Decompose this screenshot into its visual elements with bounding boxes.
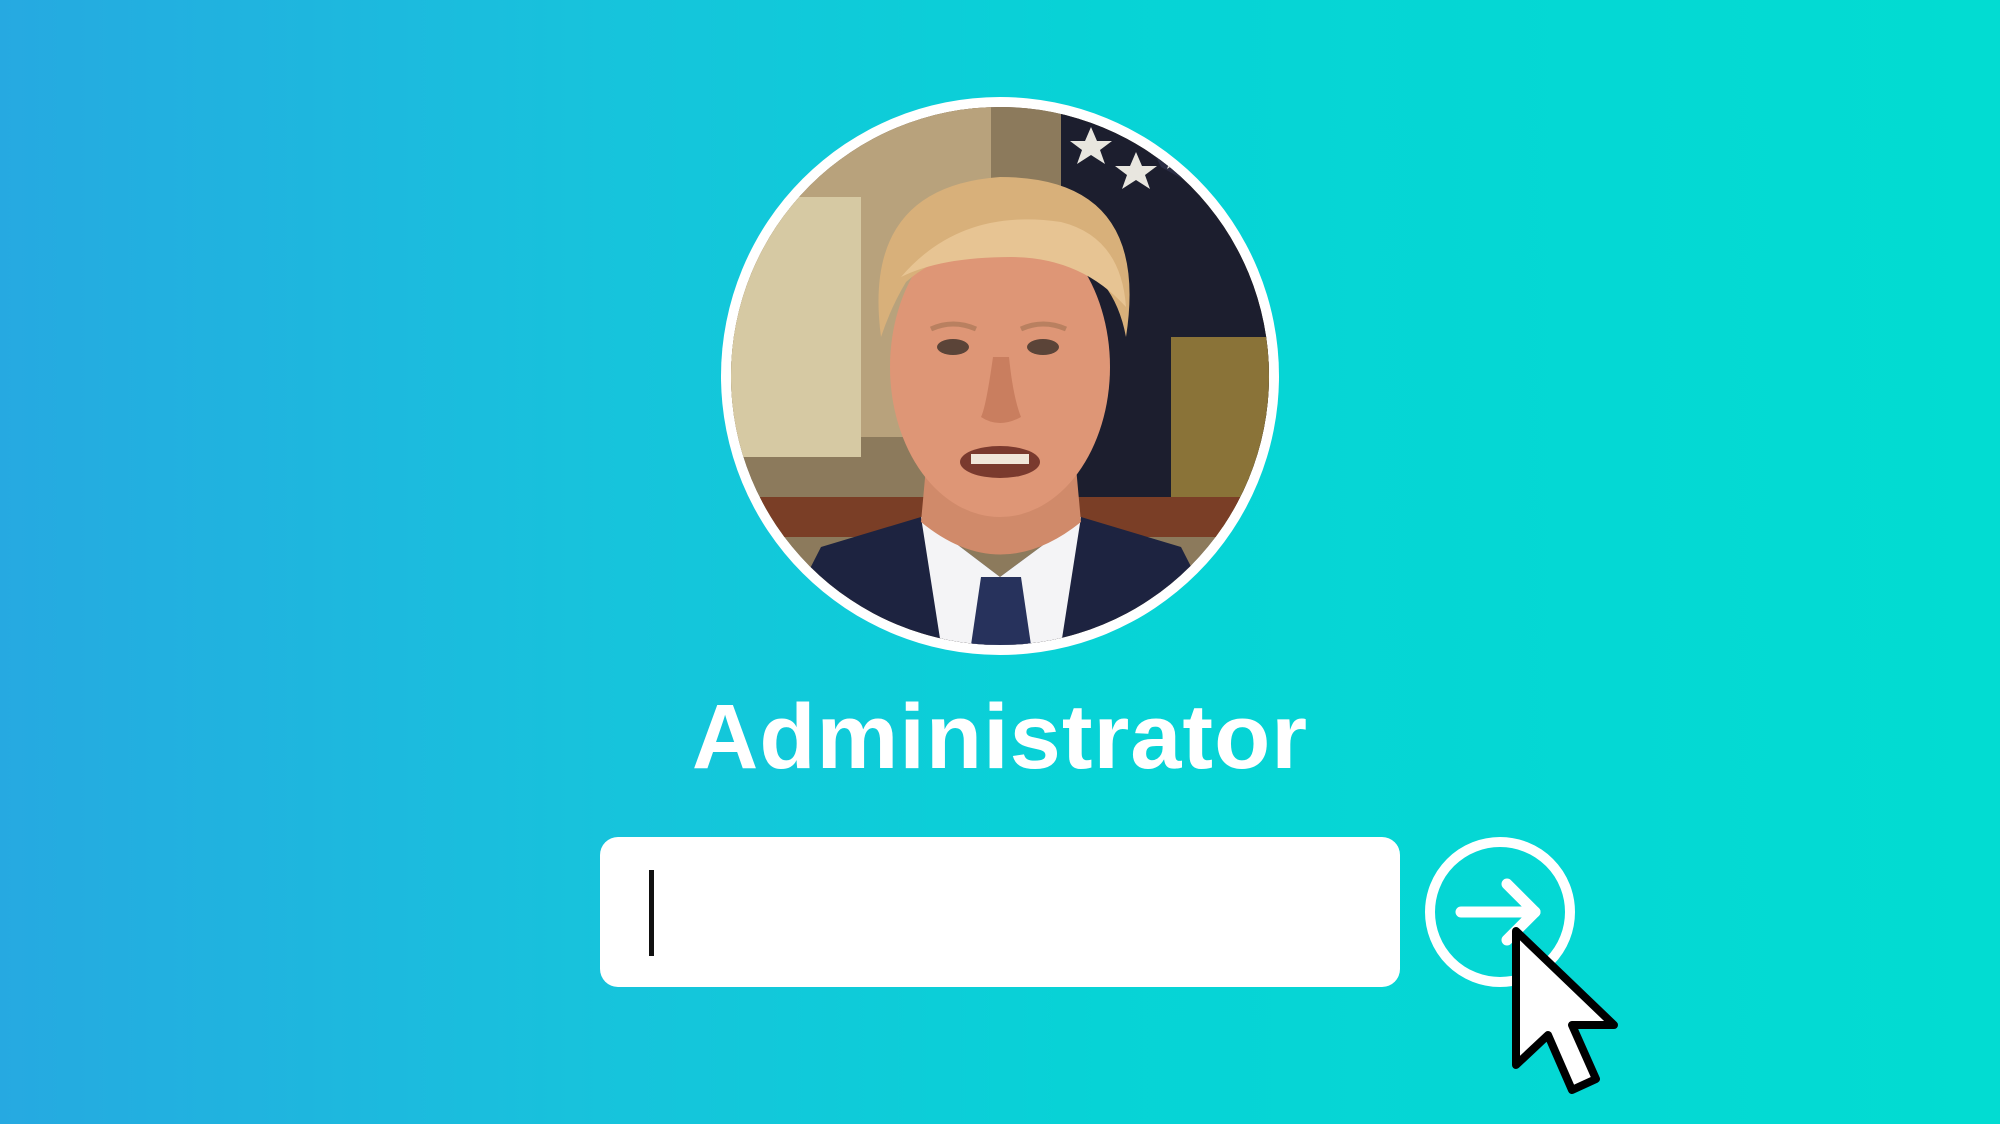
- user-avatar-photo: [731, 107, 1269, 645]
- text-caret: [649, 870, 654, 956]
- mouse-pointer-icon: [1508, 925, 1618, 1095]
- password-input[interactable]: [600, 837, 1400, 987]
- login-screen: Administrator: [0, 0, 2000, 1124]
- avatar: [721, 97, 1279, 655]
- username-label: Administrator: [691, 686, 1309, 788]
